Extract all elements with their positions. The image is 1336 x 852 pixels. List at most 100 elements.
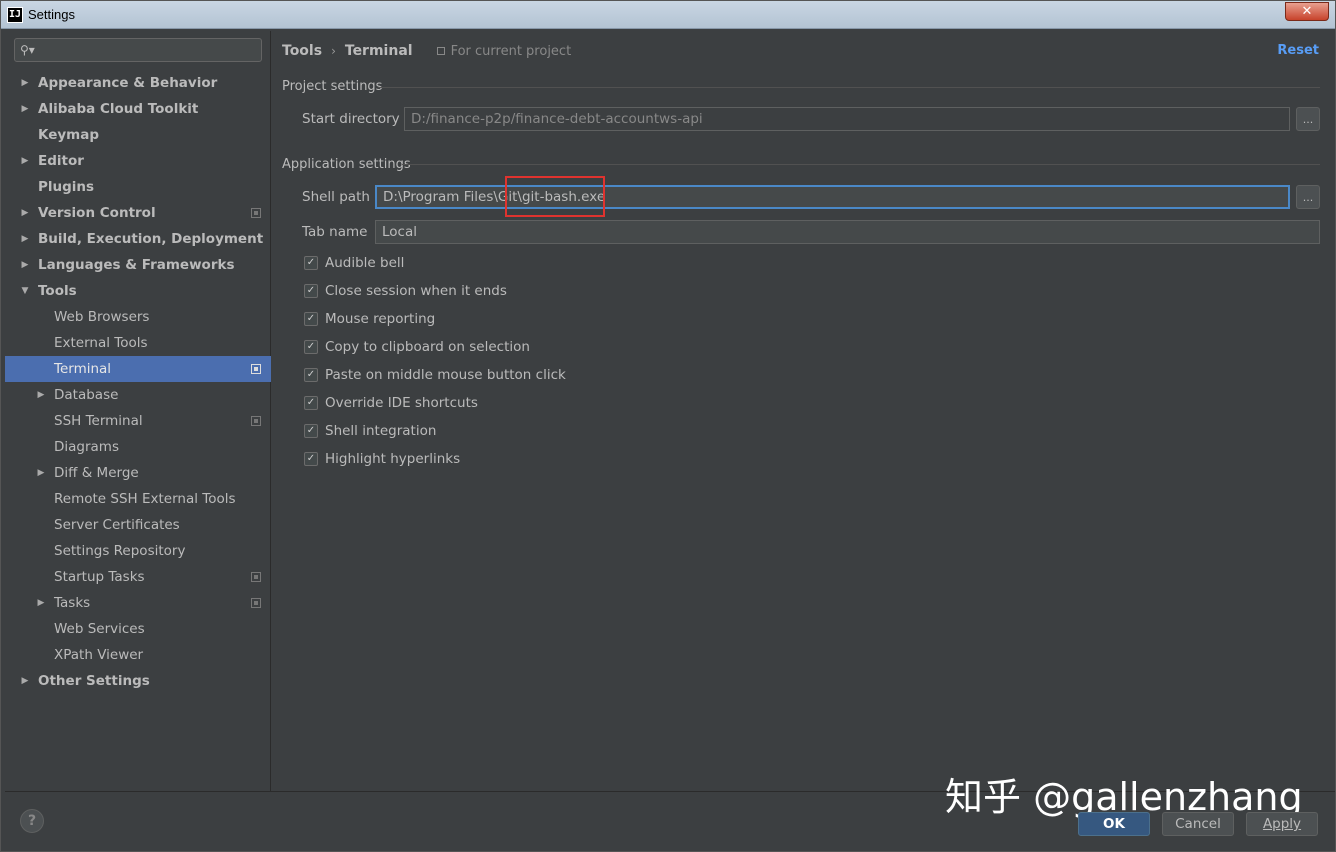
shell-path-browse-button[interactable]: ... [1296,185,1320,209]
checkbox-row[interactable]: ✓ Mouse reporting [304,311,435,327]
scope-indicator: For current project [436,43,572,59]
sidebar-item-other-settings[interactable]: ▶ Other Settings [5,668,271,694]
checkbox[interactable]: ✓ [304,284,318,298]
sidebar-item-version-control[interactable]: ▶ Version Control [5,200,271,226]
sidebar-item-label: Diagrams [54,439,119,455]
sidebar-item-label: Editor [38,153,84,169]
sidebar-item-plugins[interactable]: Plugins [5,174,271,200]
checkbox-row[interactable]: ✓ Override IDE shortcuts [304,395,478,411]
scope-label: For current project [450,43,572,59]
checkbox-label: Mouse reporting [325,311,436,327]
tab-name-label: Tab name [302,224,368,240]
project-level-icon [251,364,261,374]
sidebar-item-label: Terminal [54,361,112,377]
project-level-icon [251,572,261,582]
sidebar-item-appearance-behavior[interactable]: ▶ Appearance & Behavior [5,70,271,96]
chevron-right-icon[interactable]: ▶ [35,598,47,608]
sidebar-item-tools[interactable]: ▼ Tools [5,278,271,304]
checkbox-row[interactable]: ✓ Close session when it ends [304,283,507,299]
chevron-right-icon[interactable]: ▶ [19,676,31,686]
sidebar-item-label: Tools [38,283,77,299]
sidebar-item-tasks[interactable]: ▶ Tasks [5,590,271,616]
sidebar-item-diff-merge[interactable]: ▶ Diff & Merge [5,460,271,486]
checkbox[interactable]: ✓ [304,340,318,354]
sidebar-item-ssh-terminal[interactable]: SSH Terminal [5,408,271,434]
sidebar-item-remote-ssh-external-tools[interactable]: Remote SSH External Tools [5,486,271,512]
help-button[interactable]: ? [20,809,44,833]
sidebar-item-label: External Tools [54,335,148,351]
title-bar: IJ Settings ✕ [1,1,1335,29]
sidebar-item-settings-repository[interactable]: Settings Repository [5,538,271,564]
checkbox-label: Paste on middle mouse button click [325,367,566,383]
breadcrumb-terminal: Terminal [344,43,413,59]
chevron-down-icon[interactable]: ▼ [19,286,31,296]
dialog-footer: ? 知乎 @gallenzhang OK Cancel Apply [5,775,1335,851]
project-scope-icon [436,47,445,55]
cancel-button[interactable]: Cancel [1162,812,1234,836]
sidebar-item-external-tools[interactable]: External Tools [5,330,271,356]
start-directory-browse-button[interactable]: ... [1296,107,1320,131]
settings-search-input[interactable]: ⚲▾ [14,38,262,62]
breadcrumb: Tools › Terminal For current project [282,43,571,59]
chevron-right-icon[interactable]: ▶ [19,156,31,166]
checkbox[interactable]: ✓ [304,368,318,382]
sidebar-item-diagrams[interactable]: Diagrams [5,434,271,460]
sidebar-item-label: Keymap [38,127,100,143]
checkbox-label: Override IDE shortcuts [325,395,478,411]
sidebar-item-database[interactable]: ▶ Database [5,382,271,408]
sidebar-item-label: SSH Terminal [54,413,143,429]
sidebar-item-build-execution-deployment[interactable]: ▶ Build, Execution, Deployment [5,226,271,252]
start-directory-field[interactable]: D:/finance-p2p/finance-debt-accountws-ap… [404,107,1290,131]
sidebar-item-label: Alibaba Cloud Toolkit [38,101,199,117]
checkbox[interactable]: ✓ [304,424,318,438]
checkbox-row[interactable]: ✓ Audible bell [304,255,404,271]
project-level-icon [251,598,261,608]
breadcrumb-separator: › [331,44,336,58]
start-directory-label: Start directory [302,111,400,127]
sidebar-item-label: Web Services [54,621,145,637]
checkbox-row[interactable]: ✓ Shell integration [304,423,436,439]
chevron-right-icon[interactable]: ▶ [35,390,47,400]
apply-button[interactable]: Apply [1246,812,1318,836]
checkbox-label: Close session when it ends [325,283,507,299]
window-title: Settings [28,7,75,22]
close-window-button[interactable]: ✕ [1285,2,1329,21]
sidebar-item-alibaba-cloud-toolkit[interactable]: ▶ Alibaba Cloud Toolkit [5,96,271,122]
sidebar-item-server-certificates[interactable]: Server Certificates [5,512,271,538]
sidebar-item-startup-tasks[interactable]: Startup Tasks [5,564,271,590]
ok-button[interactable]: OK [1078,812,1150,836]
checkbox-row[interactable]: ✓ Highlight hyperlinks [304,451,460,467]
chevron-right-icon[interactable]: ▶ [19,260,31,270]
sidebar-item-xpath-viewer[interactable]: XPath Viewer [5,642,271,668]
chevron-right-icon[interactable]: ▶ [19,234,31,244]
sidebar-item-languages-frameworks[interactable]: ▶ Languages & Frameworks [5,252,271,278]
sidebar-item-terminal[interactable]: Terminal [5,356,271,382]
sidebar-item-web-browsers[interactable]: Web Browsers [5,304,271,330]
search-icon: ⚲▾ [20,43,35,57]
chevron-right-icon[interactable]: ▶ [19,208,31,218]
sidebar-item-keymap[interactable]: Keymap [5,122,271,148]
sidebar-item-web-services[interactable]: Web Services [5,616,271,642]
sidebar-item-editor[interactable]: ▶ Editor [5,148,271,174]
chevron-right-icon[interactable]: ▶ [19,104,31,114]
chevron-right-icon[interactable]: ▶ [19,78,31,88]
checkbox-row[interactable]: ✓ Paste on middle mouse button click [304,367,566,383]
chevron-right-icon[interactable]: ▶ [35,468,47,478]
reset-link[interactable]: Reset [1277,43,1319,58]
tab-name-value: Local [382,224,417,240]
sidebar-item-label: Other Settings [38,673,150,689]
checkbox-row[interactable]: ✓ Copy to clipboard on selection [304,339,530,355]
project-settings-title: Project settings [282,79,383,94]
checkbox[interactable]: ✓ [304,396,318,410]
settings-window: IJ Settings ✕ ⚲▾ ▶ Appearance & Behavior ▶… [0,0,1336,852]
sidebar-item-label: Plugins [38,179,95,195]
section-divider [402,164,1320,165]
sidebar-item-label: XPath Viewer [54,647,144,663]
checkbox[interactable]: ✓ [304,312,318,326]
checkbox[interactable]: ✓ [304,452,318,466]
annotation-highlight-box [505,176,605,217]
checkbox-label: Audible bell [325,255,405,271]
checkbox[interactable]: ✓ [304,256,318,270]
sidebar-item-label: Database [54,387,119,403]
tab-name-field[interactable]: Local [375,220,1320,244]
